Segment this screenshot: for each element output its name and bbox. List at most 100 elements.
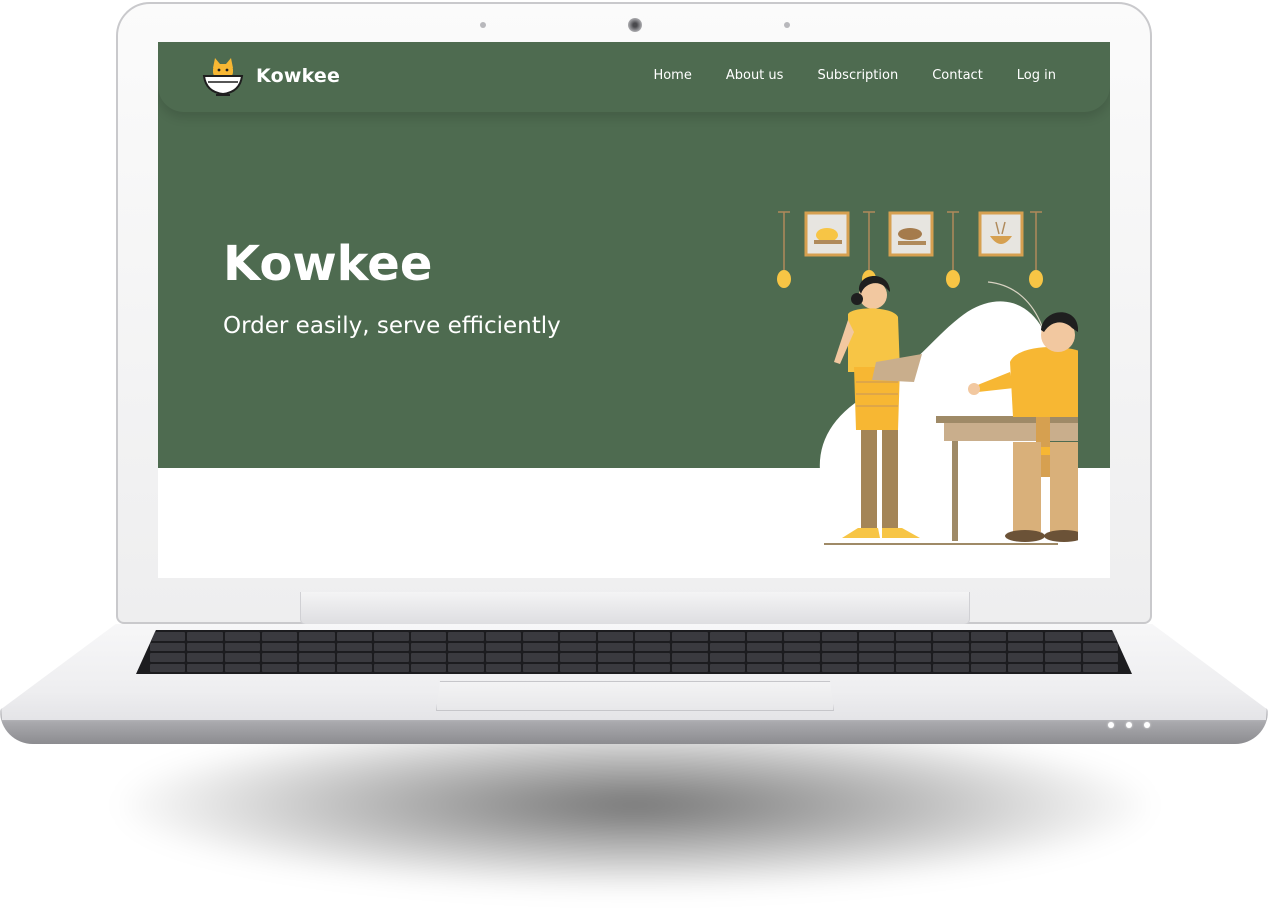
keyboard-key xyxy=(373,632,410,641)
keyboard-key xyxy=(299,653,335,662)
status-led xyxy=(1108,722,1114,728)
keyboard-key xyxy=(672,642,708,651)
keyboard-key xyxy=(1082,663,1118,672)
keyboard-key xyxy=(597,653,633,662)
keyboard-key xyxy=(1008,632,1044,641)
keyboard-key xyxy=(709,663,745,672)
keyboard-key xyxy=(970,653,1007,662)
laptop-keyboard xyxy=(136,630,1132,674)
keyboard-key xyxy=(1082,642,1118,651)
laptop-mockup: Kowkee Order easily, serve efficiently K… xyxy=(0,0,1268,914)
hero-subtitle: Order easily, serve efficiently xyxy=(223,313,561,339)
keyboard-key xyxy=(784,632,820,641)
keyboard-key xyxy=(224,653,260,662)
keyboard-key xyxy=(1082,632,1118,641)
top-navbar: Kowkee Home About us Subscription Contac… xyxy=(158,42,1110,112)
keyboard-key xyxy=(896,642,932,651)
laptop-touchpad xyxy=(436,681,834,711)
keyboard-key xyxy=(896,632,932,641)
keyboard-key xyxy=(261,663,298,672)
keyboard-key xyxy=(299,632,335,641)
keyboard-key xyxy=(784,663,820,672)
keyboard-key xyxy=(411,642,447,651)
keyboard-key xyxy=(821,653,857,662)
keyboard-key xyxy=(821,632,857,641)
brand-name: Kowkee xyxy=(256,65,341,87)
keyboard-key xyxy=(858,653,895,662)
nav-link-log-in[interactable]: Log in xyxy=(1017,68,1056,83)
keyboard-key xyxy=(299,663,335,672)
keyboard-key xyxy=(411,653,447,662)
laptop-shadow xyxy=(120,720,1150,890)
keyboard-key xyxy=(485,632,522,641)
keyboard-key xyxy=(150,642,186,651)
keyboard-key xyxy=(672,653,708,662)
keyboard-key xyxy=(560,632,596,641)
keyboard-key xyxy=(448,653,484,662)
keyboard-key xyxy=(672,663,708,672)
keyboard-key xyxy=(970,632,1007,641)
keyboard-key xyxy=(261,653,298,662)
keyboard-key xyxy=(150,663,186,672)
keyboard-key xyxy=(597,632,633,641)
keyboard-key xyxy=(784,653,820,662)
keyboard-key xyxy=(635,632,671,641)
keyboard-key xyxy=(411,663,447,672)
keyboard-key xyxy=(224,663,260,672)
status-led xyxy=(1144,722,1150,728)
keyboard-key xyxy=(970,642,1007,651)
keyboard-key xyxy=(187,663,223,672)
keyboard-key xyxy=(336,653,372,662)
keyboard-key xyxy=(485,642,522,651)
keyboard-key xyxy=(746,632,783,641)
nav-link-home[interactable]: Home xyxy=(653,68,691,83)
cat-in-bowl-icon xyxy=(202,54,244,98)
keyboard-key xyxy=(224,642,260,651)
keyboard-key xyxy=(746,642,783,651)
keyboard-key xyxy=(336,632,372,641)
keyboard-key xyxy=(672,632,708,641)
keyboard-key xyxy=(150,653,186,662)
keyboard-key xyxy=(261,642,298,651)
keyboard-key xyxy=(560,642,596,651)
keyboard-key xyxy=(373,642,410,651)
keyboard-key xyxy=(1082,653,1118,662)
keyboard-key xyxy=(448,632,484,641)
keyboard-key xyxy=(1045,653,1081,662)
keyboard-key xyxy=(523,653,559,662)
nav-links: Home About us Subscription Contact Log i… xyxy=(653,68,1056,83)
keyboard-key xyxy=(485,653,522,662)
keyboard-key xyxy=(448,642,484,651)
keyboard-key xyxy=(635,653,671,662)
keyboard-key xyxy=(1045,642,1081,651)
nav-link-contact[interactable]: Contact xyxy=(932,68,983,83)
keyboard-key xyxy=(1008,663,1044,672)
keyboard-key xyxy=(858,632,895,641)
keyboard-key xyxy=(560,653,596,662)
keyboard-key xyxy=(933,632,969,641)
nav-link-subscription[interactable]: Subscription xyxy=(817,68,898,83)
keyboard-key xyxy=(709,653,745,662)
keyboard-key xyxy=(821,642,857,651)
keyboard-key xyxy=(448,663,484,672)
keyboard-key xyxy=(523,663,559,672)
keyboard-key xyxy=(597,642,633,651)
brand[interactable]: Kowkee xyxy=(202,54,340,98)
waiter-taking-order-illustration xyxy=(777,211,1078,545)
keyboard-key xyxy=(933,642,969,651)
keyboard-key xyxy=(858,663,895,672)
keyboard-key xyxy=(597,663,633,672)
keyboard-key xyxy=(1045,632,1081,641)
keyboard-key xyxy=(523,642,559,651)
keyboard-key xyxy=(1008,653,1044,662)
laptop-hinge xyxy=(300,592,970,625)
keyboard-key xyxy=(560,663,596,672)
keyboard-key xyxy=(224,632,260,641)
keyboard-key xyxy=(933,653,969,662)
webcam-icon xyxy=(628,18,642,32)
keyboard-key xyxy=(187,653,223,662)
keyboard-key xyxy=(373,653,410,662)
keyboard-key xyxy=(187,642,223,651)
keyboard-key xyxy=(336,663,372,672)
nav-link-about-us[interactable]: About us xyxy=(726,68,784,83)
